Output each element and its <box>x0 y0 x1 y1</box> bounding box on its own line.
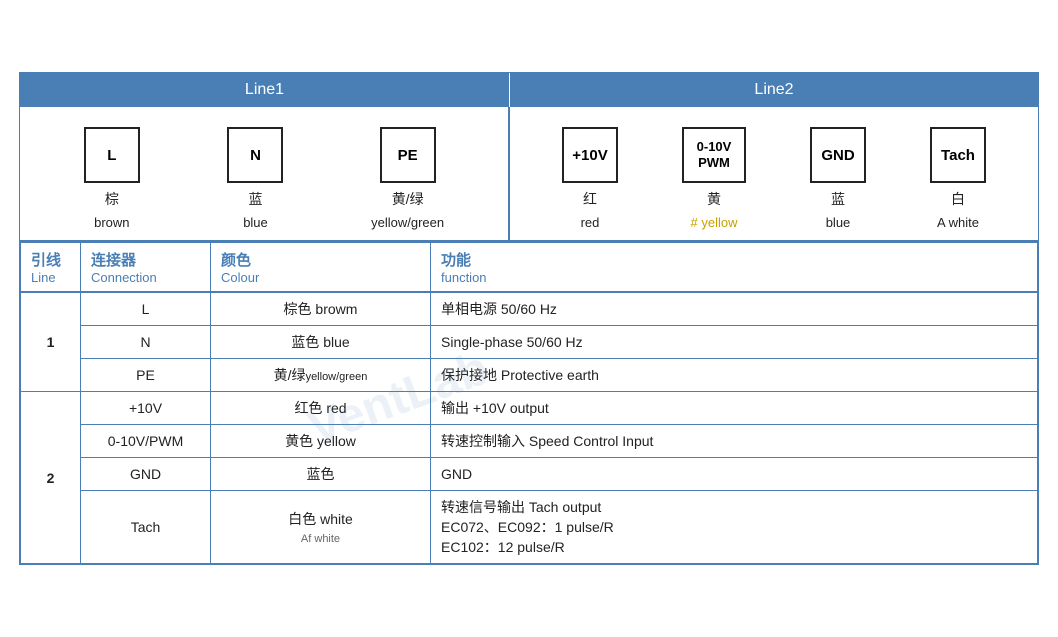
colour-PWM: 黄色 yellow <box>211 425 431 458</box>
label-zh-N: 蓝 <box>248 189 262 209</box>
colour-GND: 蓝色 <box>211 458 431 491</box>
label-zh-GND: 蓝 <box>831 189 845 209</box>
main-container: Line1 Line2 L 棕 brown N 蓝 blue PE 黄/绿 ye… <box>19 72 1039 565</box>
conn-10V: +10V <box>81 392 211 425</box>
conn-GND: GND <box>81 458 211 491</box>
label-en-Tach: A white <box>937 215 979 230</box>
func-Tach: 转速信号输出 Tach output EC072、EC092：1 pulse/R… <box>431 491 1038 564</box>
diagram-line1: L 棕 brown N 蓝 blue PE 黄/绿 yellow/green <box>20 107 510 240</box>
conn-PE: PE <box>81 359 211 392</box>
col-header-conn: 连接器 Connection <box>81 243 211 293</box>
connector-box-PE: PE <box>380 127 436 183</box>
diagram-line2: +10V 红 red 0-10VPWM 黄 # yellow GND 蓝 blu… <box>510 107 1038 240</box>
conn-L: L <box>81 292 211 326</box>
table-section: 引线 Line 连接器 Connection 颜色 Colour 功能 func… <box>20 242 1038 564</box>
table-row: N 蓝色 blue Single-phase 50/60 Hz <box>21 326 1038 359</box>
label-zh-10V: 红 <box>583 189 597 209</box>
func-PE: 保护接地 Protective earth <box>431 359 1038 392</box>
func-GND: GND <box>431 458 1038 491</box>
label-zh-PE: 黄/绿 <box>392 189 424 209</box>
connector-box-N: N <box>227 127 283 183</box>
func-N: Single-phase 50/60 Hz <box>431 326 1038 359</box>
colour-10V: 红色 red <box>211 392 431 425</box>
connector-L: L 棕 brown <box>84 127 140 230</box>
label-en-GND: blue <box>826 215 851 230</box>
func-L: 单相电源 50/60 Hz <box>431 292 1038 326</box>
header-line1: Line1 <box>20 73 510 107</box>
col-header-colour: 颜色 Colour <box>211 243 431 293</box>
label-en-PE: yellow/green <box>371 215 444 230</box>
connector-box-Tach: Tach <box>930 127 986 183</box>
connector-box-GND: GND <box>810 127 866 183</box>
table-row: Tach 白色 whiteAf white 转速信号输出 Tach output… <box>21 491 1038 564</box>
func-PWM: 转速控制输入 Speed Control Input <box>431 425 1038 458</box>
table-row: PE 黄/绿yellow/green 保护接地 Protective earth <box>21 359 1038 392</box>
table-row: 2 +10V 红色 red 输出 +10V output <box>21 392 1038 425</box>
conn-Tach: Tach <box>81 491 211 564</box>
header-line2: Line2 <box>510 73 1038 107</box>
table-header-row: 引线 Line 连接器 Connection 颜色 Colour 功能 func… <box>21 243 1038 293</box>
colour-N: 蓝色 blue <box>211 326 431 359</box>
diagram-row: L 棕 brown N 蓝 blue PE 黄/绿 yellow/green +… <box>20 107 1038 242</box>
label-en-PWM: # yellow <box>691 215 738 230</box>
colour-PE: 黄/绿yellow/green <box>211 359 431 392</box>
connector-box-10V: +10V <box>562 127 618 183</box>
connector-PE: PE 黄/绿 yellow/green <box>371 127 444 230</box>
col-header-line: 引线 Line <box>21 243 81 293</box>
col-header-func: 功能 function <box>431 243 1038 293</box>
connector-box-PWM: 0-10VPWM <box>682 127 746 183</box>
data-table: 引线 Line 连接器 Connection 颜色 Colour 功能 func… <box>20 242 1038 564</box>
conn-PWM: 0-10V/PWM <box>81 425 211 458</box>
label-en-L: brown <box>94 215 129 230</box>
conn-N: N <box>81 326 211 359</box>
connector-10V: +10V 红 red <box>562 127 618 230</box>
func-10V: 输出 +10V output <box>431 392 1038 425</box>
label-zh-PWM: 黄 <box>707 189 721 209</box>
connector-PWM: 0-10VPWM 黄 # yellow <box>682 127 746 230</box>
connector-GND: GND 蓝 blue <box>810 127 866 230</box>
line-number-2: 2 <box>21 392 81 564</box>
connector-N: N 蓝 blue <box>227 127 283 230</box>
header-row: Line1 Line2 <box>20 73 1038 107</box>
table-row: 1 L 棕色 browm 单相电源 50/60 Hz <box>21 292 1038 326</box>
table-row: 0-10V/PWM 黄色 yellow 转速控制输入 Speed Control… <box>21 425 1038 458</box>
label-zh-Tach: 白 <box>951 189 965 209</box>
colour-Tach: 白色 whiteAf white <box>211 491 431 564</box>
label-en-N: blue <box>243 215 268 230</box>
label-en-10V: red <box>581 215 600 230</box>
connector-box-L: L <box>84 127 140 183</box>
label-zh-L: 棕 <box>105 189 119 209</box>
line-number-1: 1 <box>21 292 81 392</box>
colour-L: 棕色 browm <box>211 292 431 326</box>
table-row: GND 蓝色 GND <box>21 458 1038 491</box>
connector-Tach: Tach 白 A white <box>930 127 986 230</box>
